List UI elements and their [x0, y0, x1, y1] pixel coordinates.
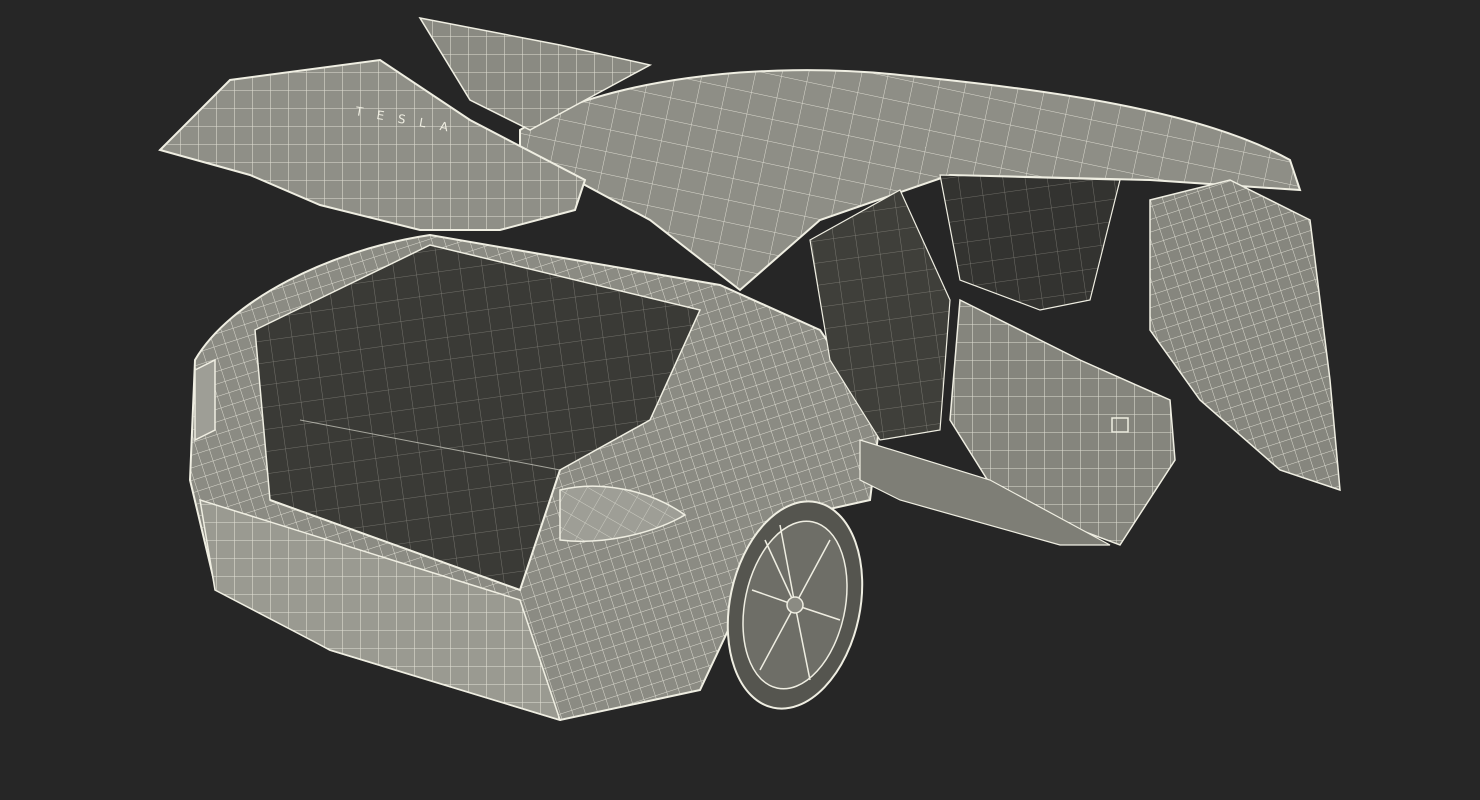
front-side-door [1149, 179, 1341, 492]
tail-light-left [194, 358, 216, 442]
car-wireframe-render: TESLA [158, 16, 1341, 722]
render-viewport: TESLA [0, 0, 1480, 800]
